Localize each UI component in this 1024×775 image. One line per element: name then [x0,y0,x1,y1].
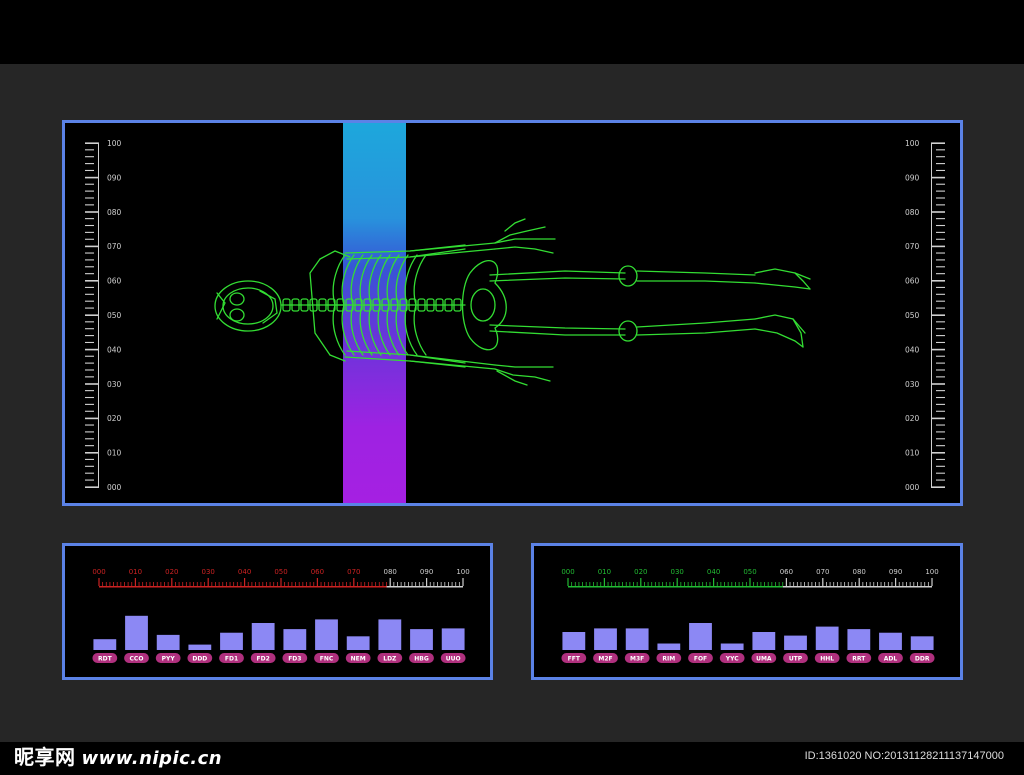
left-meter: 000 010 020 030 040 050 060 070 080 090 100 RDT CCO P… [92,568,470,663]
meter-scale-label: 000 [92,568,105,576]
meter-bar [346,636,370,650]
meter-bar-label: FD2 [257,656,270,663]
meter-bar-label: YYC [725,656,739,663]
meter-scale-label: 070 [816,568,829,576]
meter-bar-label: CCO [130,656,144,663]
meter-scale-label: 010 [598,568,611,576]
meter-bar-label: M2F [598,656,612,663]
right-meter-panel: 000 010 020 030 040 050 060 070 080 090 100 FFT M2F M… [531,543,963,680]
meter-bar [847,629,871,650]
meter-bar [220,632,243,650]
meter-bar-label: FNC [320,656,334,663]
meter-bar [689,623,712,650]
left-meter-panel: 000 010 020 030 040 050 060 070 080 090 100 RDT CCO P… [62,543,493,680]
meter-bar-label: RRT [852,656,866,663]
meter-bar-label: LDZ [383,656,397,663]
meter-bar-label: HBG [414,656,429,663]
meter-scale-label: 060 [780,568,793,576]
meter-bar-label: M3F [630,656,644,663]
meter-bar [378,619,402,650]
meter-scale-label: 000 [561,568,574,576]
meter-scale-label: 100 [925,568,938,576]
watermark-id: ID:1361020 NO:20131128211137147000 [804,750,1004,762]
meter-bar-label: NEM [351,656,366,663]
xray-scan-panel: 100 090 080 070 060 050 040 030 020 010 000 100 090… [62,120,963,506]
meter-scale-label: 070 [347,568,360,576]
meter-bar [188,644,212,650]
meter-scale-label: 030 [671,568,684,576]
meter-bar [815,626,839,650]
skeleton-xray-icon [214,218,811,386]
meter-bar-label: DDR [915,656,930,663]
meter-bar [283,629,307,650]
meter-bar [657,643,681,650]
meter-bar [441,628,465,650]
meter-bar-label: UMA [756,656,772,663]
meter-bar-label: FD3 [288,656,301,663]
meter-scale-label: 100 [456,568,469,576]
meter-bar-label: DDD [192,656,207,663]
meter-bar [720,643,744,650]
meter-scale-label: 080 [853,568,866,576]
meter-bar-label: FFT [568,656,581,663]
meter-bar-label: RIM [662,656,675,663]
watermark-site-url: www.nipic.cn [81,748,223,769]
meter-bar-label: UTP [789,656,803,663]
meter-bar-label: UUO [446,656,461,663]
meter-bar [879,632,902,650]
meter-bar [562,632,586,650]
meter-bar [625,628,649,650]
meter-scale-label: 090 [420,568,433,576]
meter-scale-label: 050 [743,568,756,576]
meter-bar-label: PYY [162,656,176,663]
meter-bar-label: FOF [694,656,707,663]
watermark-site: 昵享网 www.nipic.cn [14,744,222,772]
meter-bar [910,636,934,650]
top-letterbox [0,0,1024,64]
meter-bar [784,635,807,650]
meter-scale-label: 090 [889,568,902,576]
meter-bar [315,619,338,650]
meter-bar-label: RDT [98,656,113,663]
meter-scale-label: 010 [129,568,142,576]
meter-scale-label: 060 [311,568,324,576]
meter-scale-label: 040 [707,568,720,576]
meter-bar-label: FD1 [225,656,238,663]
meter-bar [752,632,776,650]
watermark-site-name: 昵享网 [14,745,76,769]
meter-scale-label: 020 [165,568,178,576]
meter-scale-label: 080 [384,568,397,576]
meter-bar-label: ADL [884,656,898,663]
meter-scale-label: 030 [202,568,215,576]
meter-bar [594,628,617,650]
meter-bar [156,634,180,650]
meter-bar [125,615,148,650]
right-meter: 000 010 020 030 040 050 060 070 080 090 100 FFT M2F M… [561,568,939,663]
meter-bar-label: HHL [820,656,834,663]
meter-scale-label: 040 [238,568,251,576]
meter-bar [93,639,117,650]
meter-bar [410,629,433,650]
meter-bar [251,623,275,650]
meter-scale-label: 020 [634,568,647,576]
meter-scale-label: 050 [274,568,287,576]
